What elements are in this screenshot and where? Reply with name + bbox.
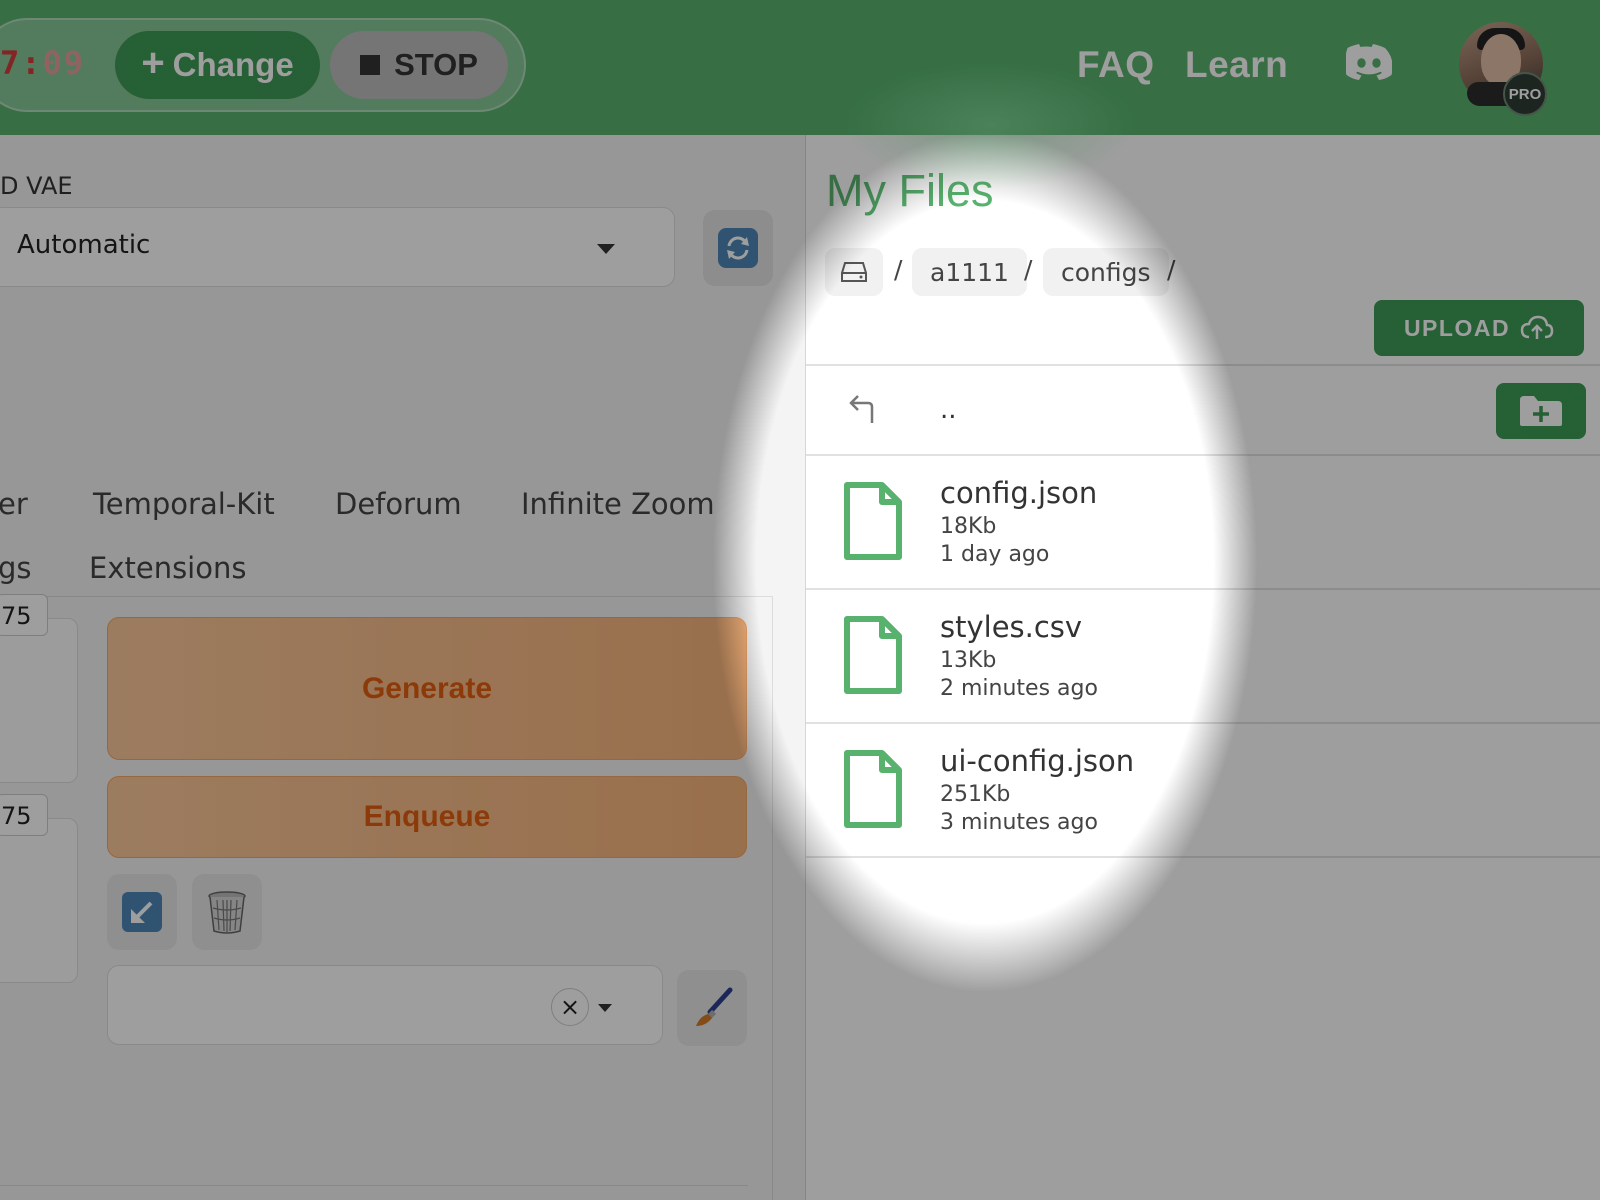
nav-learn[interactable]: Learn	[1185, 44, 1288, 86]
file-icon	[844, 482, 902, 560]
drive-icon	[841, 262, 867, 282]
stop-button-label: STOP	[394, 47, 478, 82]
refresh-icon	[718, 228, 758, 268]
file-icon	[844, 750, 902, 828]
list-top-divider	[806, 364, 1600, 366]
close-icon[interactable]: ×	[551, 988, 589, 1026]
stop-button[interactable]: STOP	[330, 31, 508, 99]
file-browser-title: My Files	[826, 165, 994, 216]
chevron-down-icon	[598, 1004, 612, 1012]
timer-main: 7:	[0, 44, 43, 82]
file-browser-panel: My Files / a1111 / configs / UPLOAD .. c…	[805, 135, 1600, 1200]
tabs-divider	[0, 596, 773, 597]
token-count-badge: 75	[0, 594, 48, 636]
parent-directory-label: ..	[940, 395, 957, 425]
return-arrow-icon	[849, 395, 874, 423]
vae-label: D VAE	[0, 172, 73, 200]
plus-icon: +	[141, 41, 165, 85]
clear-prompt-button[interactable]	[192, 874, 262, 950]
file-modified: 2 minutes ago	[940, 676, 1098, 701]
timer-dim: 09	[42, 44, 86, 82]
list-item[interactable]: styles.csv 13Kb 2 minutes ago	[806, 590, 1600, 722]
change-button-label: Change	[172, 46, 294, 83]
session-timer: 7:09	[0, 44, 85, 82]
new-folder-button[interactable]	[1496, 383, 1586, 439]
upload-button-label: UPLOAD	[1403, 314, 1511, 341]
file-size: 18Kb	[940, 514, 997, 539]
new-folder-icon	[1520, 396, 1562, 426]
upload-button[interactable]: UPLOAD	[1374, 300, 1584, 356]
negative-token-count-badge: 75	[0, 794, 48, 836]
edit-styles-button[interactable]	[677, 970, 747, 1046]
list-item[interactable]: config.json 18Kb 1 day ago	[806, 456, 1600, 588]
top-bar: 7:09 + Change STOP FAQ Learn PRO	[0, 0, 1600, 135]
generate-button[interactable]: Generate	[107, 617, 747, 760]
breadcrumb-separator: /	[1024, 255, 1033, 284]
refresh-vae-button[interactable]	[703, 210, 773, 286]
file-size: 251Kb	[940, 782, 1011, 807]
breadcrumb-separator: /	[1167, 255, 1176, 284]
upload-cloud-icon	[1520, 315, 1554, 339]
file-modified: 1 day ago	[940, 542, 1050, 567]
breadcrumb-configs[interactable]: configs	[1043, 248, 1169, 296]
nav-faq[interactable]: FAQ	[1077, 44, 1155, 86]
negative-token-counter-box	[0, 818, 78, 983]
tab-settings-partial[interactable]: gs	[0, 551, 32, 585]
stop-square-icon	[360, 55, 381, 75]
send-to-prompt-button[interactable]	[107, 874, 177, 950]
enqueue-button[interactable]: Enqueue	[107, 776, 747, 858]
file-modified: 3 minutes ago	[940, 810, 1098, 835]
breadcrumb-a1111[interactable]: a1111	[912, 248, 1027, 296]
breadcrumb-separator: /	[894, 255, 903, 284]
breadcrumb-root[interactable]	[825, 248, 883, 296]
change-button[interactable]: + Change	[115, 31, 320, 99]
tab-infinite-zoom[interactable]: Infinite Zoom	[521, 487, 715, 521]
tab-deforum[interactable]: Deforum	[335, 487, 462, 521]
file-name: ui-config.json	[940, 744, 1135, 778]
file-icon	[844, 616, 902, 694]
tab-temporal-kit[interactable]: Temporal-Kit	[93, 487, 275, 521]
panel-divider	[772, 596, 773, 1200]
trash-icon	[208, 891, 246, 934]
bottom-divider	[0, 1185, 748, 1186]
discord-icon[interactable]	[1346, 44, 1392, 80]
vae-select-value: Automatic	[17, 230, 151, 260]
file-name: config.json	[940, 476, 1098, 510]
pro-badge: PRO	[1503, 72, 1547, 116]
tab-partial[interactable]: er	[0, 487, 28, 521]
file-size: 13Kb	[940, 648, 997, 673]
list-item[interactable]: ui-config.json 251Kb 3 minutes ago	[806, 724, 1600, 856]
chevron-down-icon	[597, 244, 615, 254]
file-name: styles.csv	[940, 610, 1083, 644]
send-arrow-icon	[122, 892, 162, 932]
vae-select[interactable]: Automatic	[0, 207, 675, 287]
tab-extensions[interactable]: Extensions	[89, 551, 246, 585]
styles-select[interactable]: ×	[107, 965, 663, 1045]
token-counter-box	[0, 618, 78, 783]
brush-icon	[696, 987, 733, 1026]
row-divider	[806, 856, 1600, 858]
